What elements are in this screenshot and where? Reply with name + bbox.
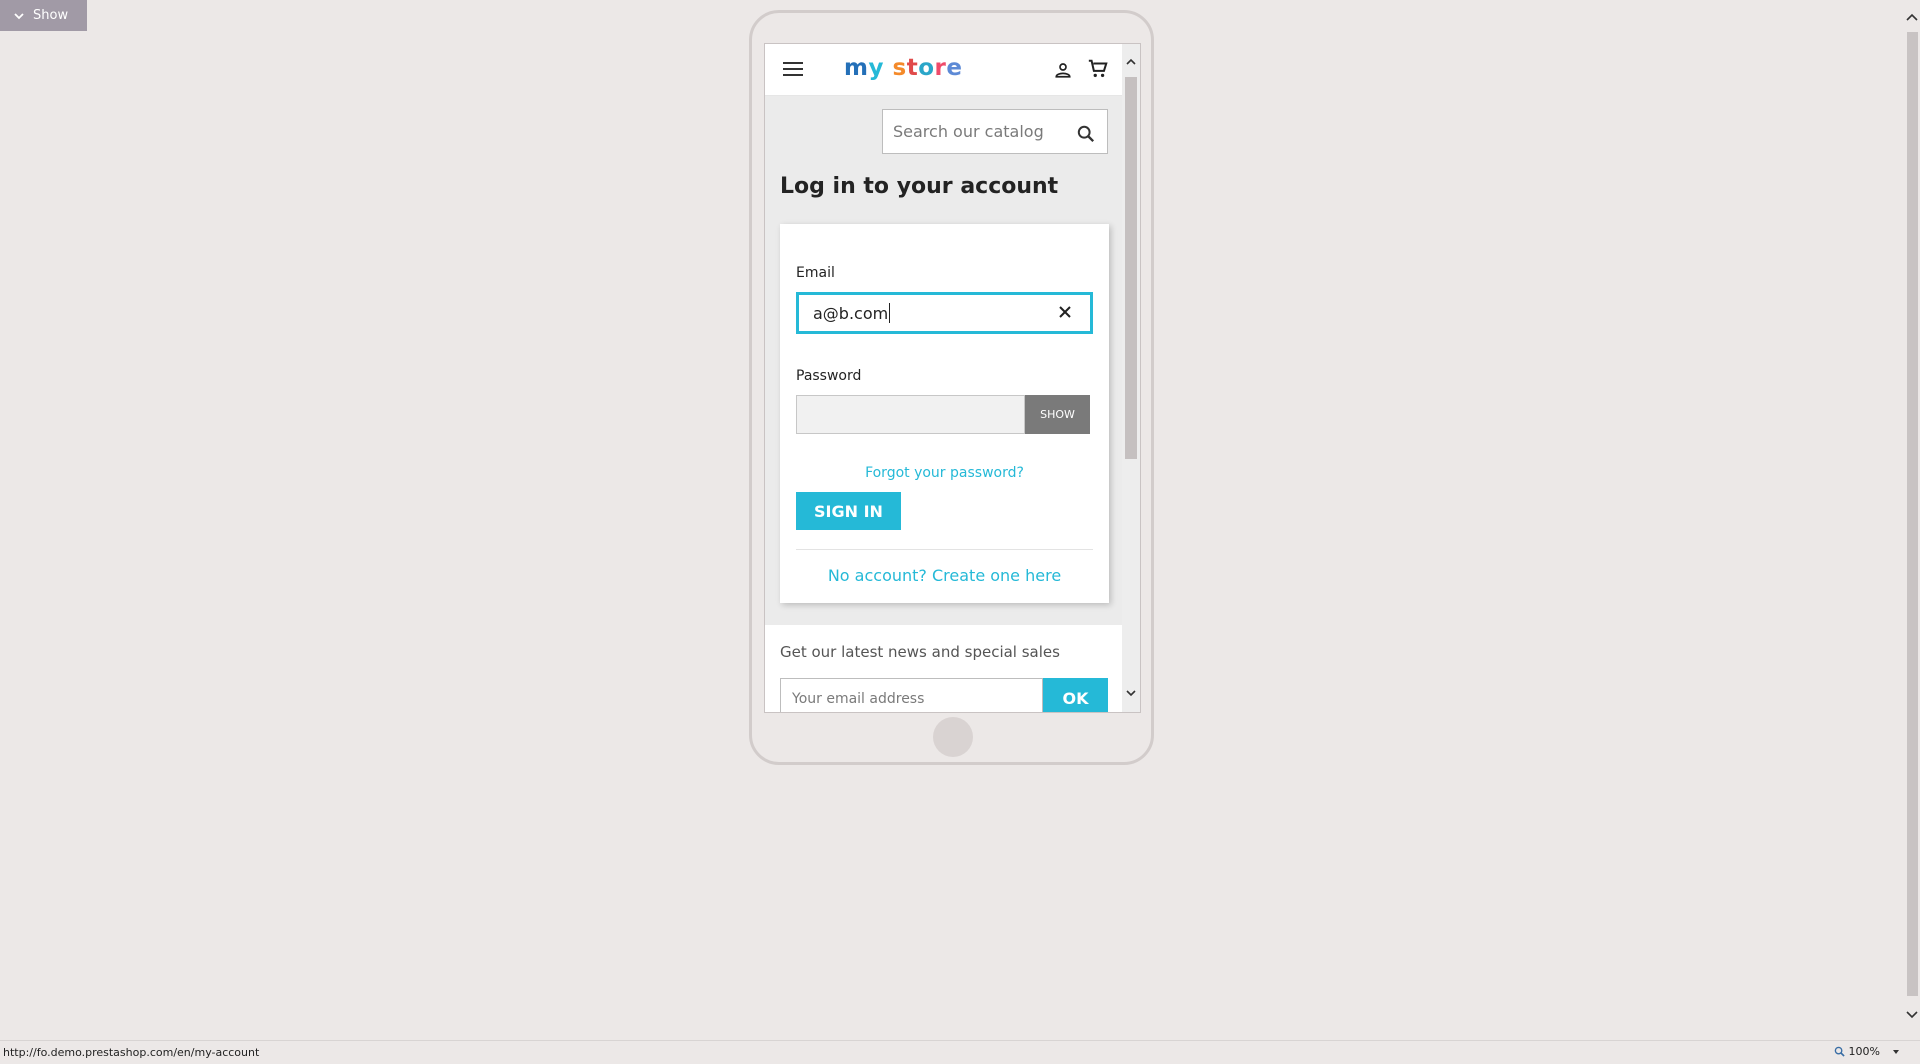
newsletter-ok-button[interactable]: OK — [1043, 678, 1108, 712]
show-password-button[interactable]: SHOW — [1025, 395, 1090, 434]
newsletter-text: Get our latest news and special sales — [780, 643, 1060, 661]
login-form: Email a@b.com Password SHOW Forgot your … — [780, 224, 1109, 603]
divider — [796, 549, 1093, 550]
text-caret — [889, 303, 891, 323]
close-icon[interactable] — [1058, 305, 1072, 319]
page-scroll-thumb[interactable] — [1907, 32, 1918, 996]
chevron-down-icon — [1893, 1049, 1899, 1054]
forgot-password-link[interactable]: Forgot your password? — [780, 465, 1109, 481]
screen-scrollbar[interactable] — [1122, 44, 1140, 712]
status-url: http://fo.demo.prestashop.com/en/my-acco… — [3, 1046, 260, 1059]
phone-frame: my store Log in to your account Email a@… — [749, 10, 1154, 765]
page-scrollbar[interactable] — [1904, 0, 1920, 1040]
page-scroll-down-icon[interactable] — [1906, 1011, 1918, 1019]
phone-home-button — [933, 717, 973, 757]
zoom-control[interactable]: 100% — [1834, 1045, 1900, 1058]
page-title: Log in to your account — [780, 174, 1059, 199]
screen-content: my store Log in to your account Email a@… — [765, 44, 1123, 712]
password-label: Password — [796, 368, 862, 384]
scroll-down-icon[interactable] — [1126, 690, 1136, 697]
newsletter-section: Get our latest news and special sales Yo… — [765, 625, 1123, 712]
store-logo[interactable]: my store — [844, 55, 962, 81]
screen-scroll-thumb[interactable] — [1125, 77, 1137, 459]
create-account-link[interactable]: No account? Create one here — [780, 566, 1109, 585]
sign-in-button[interactable]: SIGN IN — [796, 492, 901, 530]
site-header: my store — [765, 44, 1123, 96]
menu-icon[interactable] — [783, 62, 803, 78]
chevron-down-icon — [14, 12, 24, 19]
show-toggle-button[interactable]: Show — [0, 0, 87, 31]
phone-screen: my store Log in to your account Email a@… — [764, 43, 1141, 713]
user-icon[interactable] — [1054, 61, 1072, 79]
email-field[interactable]: a@b.com — [796, 292, 1093, 334]
search-box — [882, 109, 1108, 154]
cart-icon[interactable] — [1087, 58, 1109, 80]
search-input[interactable] — [883, 122, 1063, 141]
zoom-level: 100% — [1848, 1045, 1880, 1058]
status-bar: http://fo.demo.prestashop.com/en/my-acco… — [0, 1040, 1920, 1064]
password-field[interactable] — [796, 395, 1025, 434]
show-toggle-label: Show — [33, 8, 69, 23]
email-value: a@b.com — [813, 303, 889, 323]
magnifier-icon — [1834, 1046, 1845, 1057]
newsletter-email-input[interactable]: Your email address — [780, 678, 1043, 712]
scroll-up-icon[interactable] — [1126, 58, 1136, 65]
search-icon[interactable] — [1077, 125, 1095, 143]
email-label: Email — [796, 265, 835, 281]
page-scroll-up-icon[interactable] — [1906, 13, 1918, 21]
